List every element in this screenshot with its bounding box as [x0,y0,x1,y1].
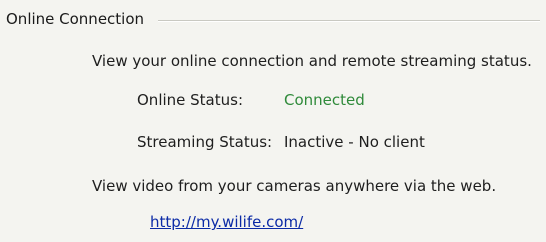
online-connection-panel: Online Connection View your online conne… [0,0,546,242]
remote-viewing-text: View video from your cameras anywhere vi… [92,177,497,195]
connection-description: View your online connection and remote s… [92,52,532,70]
group-title: Online Connection [6,8,151,30]
wilife-web-link[interactable]: http://my.wilife.com/ [150,211,303,233]
online-status-value: Connected [284,91,365,109]
group-header: Online Connection [0,8,546,32]
online-status-label: Online Status: [137,91,244,109]
group-divider [158,20,540,22]
streaming-status-value: Inactive - No client [284,133,425,151]
streaming-status-label: Streaming Status: [137,133,273,151]
